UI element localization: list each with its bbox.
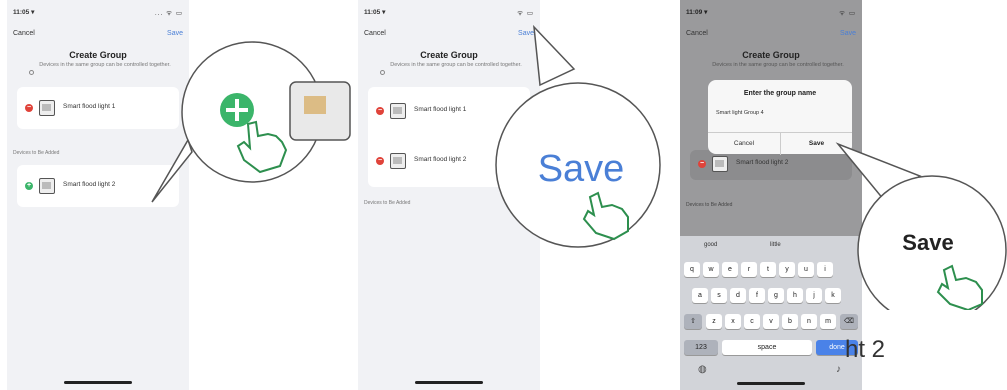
remove-icon[interactable]: − bbox=[25, 104, 33, 112]
key-h[interactable]: h bbox=[787, 288, 803, 303]
device-label: Smart flood light 2 bbox=[736, 159, 789, 166]
key-z[interactable]: z bbox=[706, 314, 722, 329]
save-button[interactable]: Save bbox=[167, 30, 183, 37]
cancel-button[interactable]: Cancel bbox=[364, 30, 386, 37]
cancel-button[interactable]: Cancel bbox=[686, 30, 708, 37]
cancel-button[interactable]: Cancel bbox=[13, 30, 35, 37]
key-y[interactable]: y bbox=[779, 262, 795, 277]
info-icon bbox=[380, 70, 385, 75]
nav-bar: Cancel Save bbox=[686, 30, 856, 42]
status-icons: ᯤ ▭ bbox=[517, 10, 534, 17]
microphone-icon[interactable]: ♪ bbox=[836, 364, 841, 375]
section-label: Devices to Be Added bbox=[686, 202, 733, 208]
status-time: 11:05 ▾ bbox=[364, 9, 386, 16]
flood-light-icon bbox=[390, 153, 406, 169]
key-r[interactable]: r bbox=[741, 262, 757, 277]
status-icons: ... ᯤ ▭ bbox=[154, 10, 183, 17]
callout-pointer bbox=[151, 138, 193, 203]
key-x[interactable]: x bbox=[725, 314, 741, 329]
key-u[interactable]: u bbox=[798, 262, 814, 277]
flood-light-icon bbox=[39, 178, 55, 194]
dialog-title: Enter the group name bbox=[743, 90, 817, 97]
suggestion-item[interactable]: good bbox=[704, 242, 717, 248]
save-button[interactable]: Save bbox=[840, 30, 856, 37]
zoom-save-label: Save bbox=[537, 148, 625, 190]
page-subtitle: Devices in the same group can be control… bbox=[712, 62, 844, 68]
device-label: Smart flood light 1 bbox=[63, 103, 116, 110]
key-g[interactable]: g bbox=[768, 288, 784, 303]
status-time: 11:09 ▾ bbox=[686, 9, 708, 16]
zoom-overflow-text: ht 2 bbox=[845, 336, 886, 363]
status-bar: 11:05 ▾ ᯤ ▭ bbox=[364, 8, 534, 18]
key-n[interactable]: n bbox=[801, 314, 817, 329]
device-label: Smart flood light 2 bbox=[63, 181, 116, 188]
globe-icon[interactable]: ◍ bbox=[698, 364, 707, 375]
status-time: 11:05 ▾ bbox=[13, 9, 35, 16]
key-m[interactable]: m bbox=[820, 314, 836, 329]
zoom-callout-save bbox=[495, 25, 661, 248]
home-indicator bbox=[415, 381, 483, 384]
key-a[interactable]: a bbox=[692, 288, 708, 303]
key-t[interactable]: t bbox=[760, 262, 776, 277]
key-d[interactable]: d bbox=[730, 288, 746, 303]
key-f[interactable]: f bbox=[749, 288, 765, 303]
dialog-cancel-button[interactable]: Cancel bbox=[708, 140, 780, 147]
remove-icon[interactable]: − bbox=[698, 160, 706, 168]
device-label: Smart flood light 2 bbox=[414, 156, 467, 163]
group-name-input[interactable]: Smart light Group 4 bbox=[716, 106, 844, 120]
flood-light-icon bbox=[39, 100, 55, 116]
zoom-dialog-save-label: Save bbox=[902, 230, 954, 255]
zoom-callout-plus bbox=[151, 41, 351, 203]
zoom-callout-dialog-save bbox=[835, 142, 1007, 310]
key-s[interactable]: s bbox=[711, 288, 727, 303]
info-icon bbox=[29, 70, 34, 75]
section-label: Devices to Be Added bbox=[13, 150, 60, 156]
home-indicator bbox=[737, 382, 805, 385]
key-v[interactable]: v bbox=[763, 314, 779, 329]
home-indicator bbox=[64, 381, 132, 384]
flood-light-icon bbox=[390, 103, 406, 119]
key-q[interactable]: q bbox=[684, 262, 700, 277]
shift-icon[interactable]: ⇧ bbox=[684, 314, 702, 329]
page-title: Create Group bbox=[742, 50, 800, 60]
status-bar: 11:09 ▾ ᯤ ▭ bbox=[686, 8, 856, 18]
status-icons: ᯤ ▭ bbox=[839, 10, 856, 17]
suggestion-item[interactable]: little bbox=[770, 242, 781, 248]
flood-light-icon bbox=[712, 156, 728, 172]
add-icon[interactable]: + bbox=[25, 182, 33, 190]
section-label: Devices to Be Added bbox=[364, 200, 411, 206]
key-c[interactable]: c bbox=[744, 314, 760, 329]
space-key[interactable]: space bbox=[722, 340, 812, 355]
callout-pointer bbox=[533, 25, 576, 87]
numbers-key[interactable]: 123 bbox=[684, 340, 718, 355]
remove-icon[interactable]: − bbox=[376, 107, 384, 115]
device-label: Smart flood light 1 bbox=[414, 106, 467, 113]
key-b[interactable]: b bbox=[782, 314, 798, 329]
backspace-icon[interactable]: ⌫ bbox=[840, 314, 858, 329]
key-e[interactable]: e bbox=[722, 262, 738, 277]
remove-icon[interactable]: − bbox=[376, 157, 384, 165]
status-bar: 11:05 ▾ ... ᯤ ▭ bbox=[13, 8, 183, 18]
key-w[interactable]: w bbox=[703, 262, 719, 277]
